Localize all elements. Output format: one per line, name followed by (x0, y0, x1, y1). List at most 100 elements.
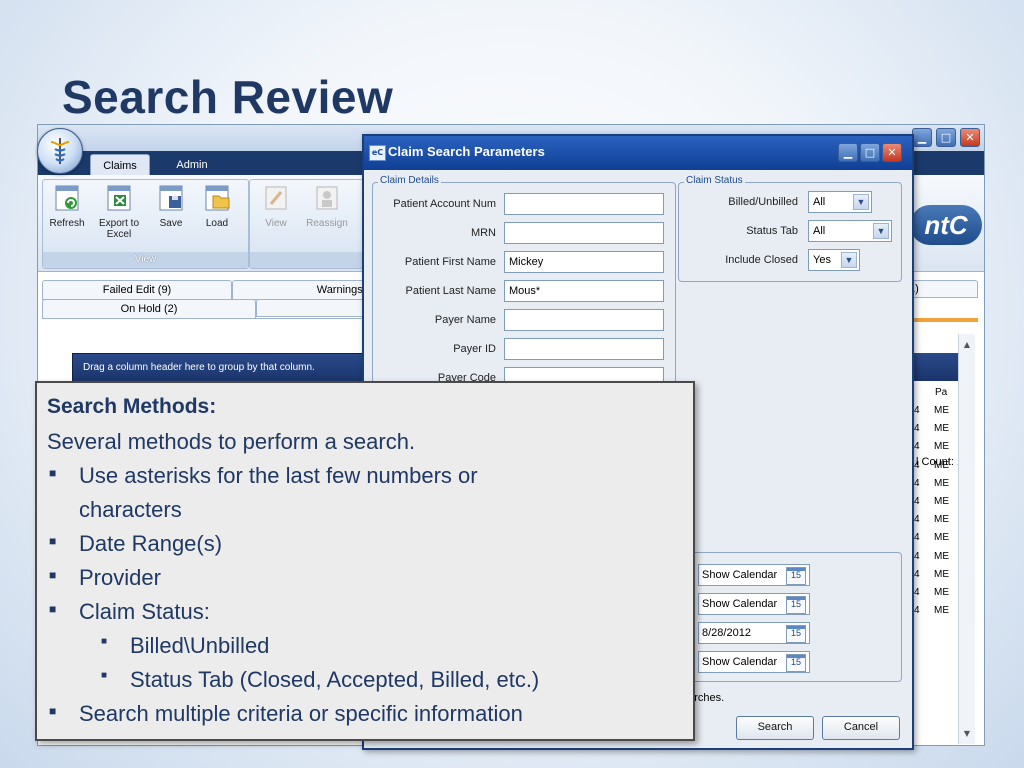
status-tab-value: All (813, 225, 826, 237)
grid-cell: ME (934, 550, 949, 562)
grid-cell: ME (934, 441, 949, 453)
include-closed-value: Yes (813, 254, 831, 266)
dialog-maximize-button[interactable]: □ (860, 143, 880, 162)
field-input[interactable] (504, 338, 664, 360)
app-minimize-button[interactable]: ▁ (912, 128, 932, 147)
grid-cell: ME (934, 405, 949, 416)
ribbon-tab-claims[interactable]: Claims (90, 154, 150, 176)
maximize-icon: □ (864, 146, 876, 159)
callout-bullet-5: Search multiple criteria or specific inf… (79, 701, 523, 726)
bullet-icon: ■ (49, 704, 57, 718)
field-input[interactable] (504, 222, 664, 244)
table-row[interactable]: 4 ME (914, 477, 984, 496)
ribbon-group-actions: View Reassign (249, 179, 371, 269)
field-input[interactable] (504, 193, 664, 215)
table-row[interactable]: 4 ME (914, 605, 984, 623)
claim-status-legend: Claim Status (684, 175, 745, 186)
calendar-icon[interactable]: 15 (786, 596, 806, 614)
tab-other[interactable]: 1) (904, 280, 978, 298)
ribbon-group-label-2 (250, 252, 370, 268)
table-row[interactable]: 4 ME (914, 460, 984, 478)
date-field-value: Show Calendar (702, 656, 778, 668)
excel-icon (107, 185, 131, 211)
save-button[interactable]: Save (151, 184, 191, 244)
field-input[interactable]: Mickey (504, 251, 664, 273)
tab-failed-edit[interactable]: Failed Edit (9) (42, 280, 232, 300)
date-field[interactable]: 8/28/2012 15 (698, 622, 810, 644)
field-label: Payer Name (434, 314, 496, 326)
grid-cell: 4 (914, 514, 920, 526)
maximize-icon: □ (940, 131, 952, 144)
billed-unbilled-select[interactable]: All ▼ (808, 191, 872, 213)
ribbon-tab-admin[interactable]: Admin (164, 154, 220, 175)
status-tab-select[interactable]: All ▼ (808, 220, 892, 242)
calendar-icon[interactable]: 15 (786, 654, 806, 672)
date-field[interactable]: Show Calendar 15 (698, 564, 810, 586)
callout-bullet-1: Use asterisks for the last few numbers o… (79, 463, 478, 488)
table-row[interactable]: 4 ME (914, 568, 984, 587)
refresh-button[interactable]: Refresh (47, 184, 87, 244)
load-label: Load (205, 218, 229, 229)
grid-rows: 4 ME 4 ME 4 ME 4 ME 4 ME 4 ME 4 ME 4 ME 4 ME 4 ME 4 ME 4 ME (914, 405, 984, 635)
load-button[interactable]: Load (197, 184, 237, 244)
bullet-icon: ■ (49, 534, 57, 548)
view-button[interactable]: View (256, 184, 296, 244)
date-field-value: 8/28/2012 (702, 627, 751, 639)
include-closed-select[interactable]: Yes ▼ (808, 249, 860, 271)
callout-sub-bullet-2: Status Tab (Closed, Accepted, Billed, et… (130, 667, 540, 692)
table-row[interactable]: 4 ME (914, 405, 984, 423)
scroll-down-icon: ▼ (963, 729, 971, 738)
app-close-button[interactable]: ✕ (960, 128, 980, 147)
grid-column-header[interactable]: Pa (935, 387, 947, 398)
app-icon: eC (369, 145, 386, 161)
minimize-icon: ▁ (843, 146, 853, 159)
grid-cell: ME (934, 495, 949, 507)
reassign-icon (316, 186, 338, 210)
bullet-icon: ■ (49, 466, 57, 480)
tab-on-hold[interactable]: On Hold (2) (42, 299, 256, 319)
bullet-icon: ■ (49, 602, 57, 616)
table-row[interactable]: 4 ME (914, 514, 984, 532)
grid-cell: ME (934, 605, 949, 617)
search-button[interactable]: Search (736, 716, 814, 740)
grid-cell: 4 (914, 477, 920, 489)
caduceus-icon (50, 138, 70, 164)
table-row[interactable]: 4 ME (914, 550, 984, 569)
scroll-up-icon: ▲ (963, 340, 971, 349)
field-label: Patient Last Name (405, 285, 497, 297)
refresh-label: Refresh (49, 218, 85, 229)
grid-cell: ME (934, 423, 949, 435)
app-menu-orb[interactable] (37, 128, 83, 174)
chevron-down-icon: ▼ (873, 223, 889, 239)
table-row[interactable]: 4 ME (914, 532, 984, 550)
ribbon-group-view: Refresh Export to Excel Save Load View (42, 179, 249, 269)
cancel-button[interactable]: Cancel (822, 716, 900, 740)
date-field[interactable]: Show Calendar 15 (698, 651, 810, 673)
table-row[interactable]: 4 ME (914, 441, 984, 459)
grid-cell: ME (934, 568, 949, 580)
include-closed-label: Include Closed (725, 254, 798, 266)
grid-cell: 4 (914, 495, 920, 507)
date-field[interactable]: Show Calendar 15 (698, 593, 810, 615)
table-row[interactable]: 4 ME (914, 586, 984, 605)
close-icon: ✕ (887, 146, 897, 159)
billed-unbilled-value: All (813, 196, 826, 208)
dialog-title: Claim Search Parameters (388, 144, 545, 159)
app-maximize-button[interactable]: □ (936, 128, 956, 147)
grid-cell: ME (934, 532, 949, 544)
dialog-minimize-button[interactable]: ▁ (838, 143, 858, 162)
grid-cell: ME (934, 477, 949, 489)
search-methods-callout: Search Methods: Several methods to perfo… (35, 381, 695, 741)
calendar-icon[interactable]: 15 (786, 567, 806, 585)
table-row[interactable]: 4 ME (914, 495, 984, 514)
calendar-icon[interactable]: 15 (786, 625, 806, 643)
reassign-button[interactable]: Reassign (302, 184, 352, 244)
field-input[interactable] (504, 309, 664, 331)
brand-logo: ntC (910, 205, 982, 245)
export-excel-button[interactable]: Export to Excel (93, 184, 145, 244)
field-input[interactable]: Mous* (504, 280, 664, 302)
table-row[interactable]: 4 ME (914, 423, 984, 441)
grid-cell: 4 (914, 586, 920, 598)
dialog-close-button[interactable]: ✕ (882, 143, 902, 162)
tab-accent (904, 318, 978, 322)
